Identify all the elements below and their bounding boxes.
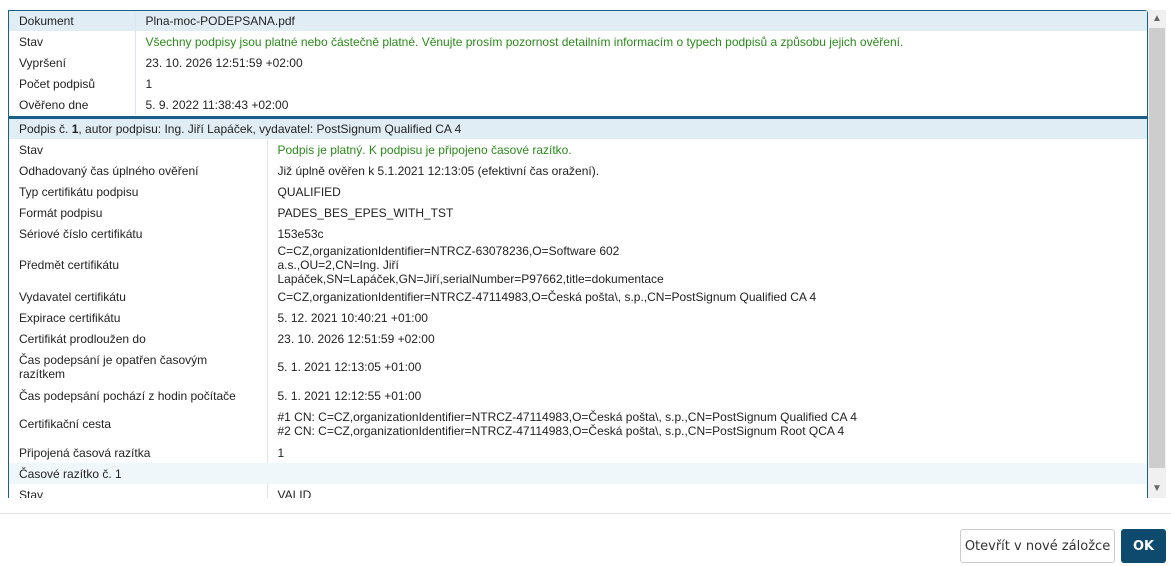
vertical-scrollbar[interactable]: ▲ ▼ bbox=[1148, 10, 1166, 498]
row-label: Ověřeno dne bbox=[9, 94, 136, 115]
status-value: Podpis je platný. K podpisu je připojeno… bbox=[277, 142, 572, 157]
timestamp-header: Časové razítko č. 1 bbox=[9, 463, 1147, 484]
signature-header: Podpis č. 1, autor podpisu: Ing. Jiří La… bbox=[9, 119, 1147, 139]
table-row: Odhadovaný čas úplného ověření Již úplně … bbox=[9, 160, 1147, 181]
row-label: Certifikační cesta bbox=[9, 406, 268, 442]
cert-path-1: #1 CN: C=CZ,organizationIdentifier=NTRCZ… bbox=[277, 410, 857, 424]
row-label: Vypršení bbox=[9, 52, 136, 73]
row-label: Sériové číslo certifikátu bbox=[9, 223, 268, 244]
row-value: C=CZ,organizationIdentifier=NTRCZ-471149… bbox=[277, 289, 817, 304]
table-row: Expirace certifikátu 5. 12. 2021 10:40:21… bbox=[9, 307, 1147, 328]
signature-details: Podpis č. 1 , autor podpisu: Ing. Jiří La… bbox=[8, 117, 1148, 498]
scrollbar-thumb[interactable] bbox=[1149, 28, 1165, 468]
row-label: Předmět certifikátu bbox=[9, 244, 268, 286]
row-label: Stav bbox=[9, 139, 268, 160]
document-summary: Dokument Plna-moc-PODEPSANA.pdf Stav Všech… bbox=[8, 10, 1148, 117]
table-row: Dokument Plna-moc-PODEPSANA.pdf bbox=[9, 11, 1147, 31]
row-value: C=CZ,organizationIdentifier=NTRCZ-630782… bbox=[277, 244, 664, 286]
row-label: Čas podepsání je opatřen časovým razítke… bbox=[9, 349, 268, 385]
row-value: 153e53c bbox=[277, 226, 324, 241]
row-value: QUALIFIED bbox=[277, 184, 341, 199]
scroll-down-icon[interactable]: ▼ bbox=[1148, 480, 1166, 498]
row-value: 5. 9. 2022 11:38:43 +02:00 bbox=[145, 97, 289, 112]
table-row: Stav Podpis je platný. K podpisu je připo… bbox=[9, 139, 1147, 160]
table-row: Stav VALID bbox=[9, 484, 1147, 498]
table-row: Sériové číslo certifikátu 153e53c bbox=[9, 223, 1147, 244]
table-row: Formát podpisu PADES_BES_EPES_WITH_TST bbox=[9, 202, 1147, 223]
timestamp-title: Časové razítko č. 1 bbox=[9, 463, 267, 484]
header-prefix: Podpis č. bbox=[19, 122, 72, 136]
row-label: Počet podpisů bbox=[9, 73, 136, 94]
row-label: Vydavatel certifikátu bbox=[9, 286, 268, 307]
row-value: 5. 1. 2021 12:13:05 +01:00 bbox=[277, 360, 422, 374]
row-label: Stav bbox=[9, 31, 136, 52]
table-row: Vydavatel certifikátu C=CZ,organizationId… bbox=[9, 286, 1147, 307]
row-value: 5. 12. 2021 10:40:21 +01:00 bbox=[277, 310, 428, 325]
table-row: Počet podpisů 1 bbox=[9, 73, 1147, 94]
row-label: Stav bbox=[9, 484, 268, 498]
row-value: 1 bbox=[277, 445, 285, 460]
row-label: Připojená časová razítka bbox=[9, 442, 268, 463]
row-value: VALID bbox=[277, 487, 312, 499]
row-label: Formát podpisu bbox=[9, 202, 268, 223]
table-row: Stav Všechny podpisy jsou platné nebo čás… bbox=[9, 31, 1147, 52]
row-value: Plna-moc-PODEPSANA.pdf bbox=[135, 11, 1147, 31]
status-value: Všechny podpisy jsou platné nebo částečn… bbox=[145, 34, 904, 49]
table-row: Připojená časová razítka 1 bbox=[9, 442, 1147, 463]
table-row: Předmět certifikátu C=CZ,organizationIden… bbox=[9, 244, 1147, 286]
footer-divider bbox=[0, 513, 1171, 514]
row-value: 23. 10. 2026 12:51:59 +02:00 bbox=[145, 55, 303, 70]
row-value: 1 bbox=[145, 76, 153, 91]
table-row: Ověřeno dne 5. 9. 2022 11:38:43 +02:00 bbox=[9, 94, 1147, 115]
row-value: 5. 1. 2021 12:12:55 +01:00 bbox=[277, 388, 422, 403]
row-label: Expirace certifikátu bbox=[9, 307, 268, 328]
table-row: Certifikační cesta #1 CN: C=CZ,organizati… bbox=[9, 406, 1147, 442]
ok-button[interactable]: OK bbox=[1121, 529, 1166, 563]
row-label: Certifikát prodloužen do bbox=[9, 328, 268, 349]
row-label: Odhadovaný čas úplného ověření bbox=[9, 160, 268, 181]
open-in-new-tab-button[interactable]: Otevřít v nové záložce bbox=[960, 529, 1115, 563]
scroll-up-icon[interactable]: ▲ bbox=[1148, 10, 1166, 28]
table-row: Čas podepsání je opatřen časovým razítke… bbox=[9, 349, 1147, 385]
table-row: Certifikát prodloužen do 23. 10. 2026 12:… bbox=[9, 328, 1147, 349]
cert-path-2: #2 CN: C=CZ,organizationIdentifier=NTRCZ… bbox=[277, 424, 845, 438]
table-row: Čas podepsání pochází z hodin počítače 5.… bbox=[9, 385, 1147, 406]
row-value: Již úplně ověřen k 5.1.2021 12:13:05 (ef… bbox=[277, 163, 600, 178]
table-row: Vypršení 23. 10. 2026 12:51:59 +02:00 bbox=[9, 52, 1147, 73]
row-value: PADES_BES_EPES_WITH_TST bbox=[277, 205, 454, 220]
row-label: Čas podepsání pochází z hodin počítače bbox=[9, 385, 268, 406]
table-row: Typ certifikátu podpisu QUALIFIED bbox=[9, 181, 1147, 202]
row-label: Dokument bbox=[9, 11, 136, 31]
scroll-area: Dokument Plna-moc-PODEPSANA.pdf Stav Všech… bbox=[0, 0, 1171, 498]
row-value: 23. 10. 2026 12:51:59 +02:00 bbox=[277, 331, 435, 346]
header-rest: , autor podpisu: Ing. Jiří Lapáček, vyda… bbox=[78, 122, 462, 136]
row-label: Typ certifikátu podpisu bbox=[9, 181, 268, 202]
